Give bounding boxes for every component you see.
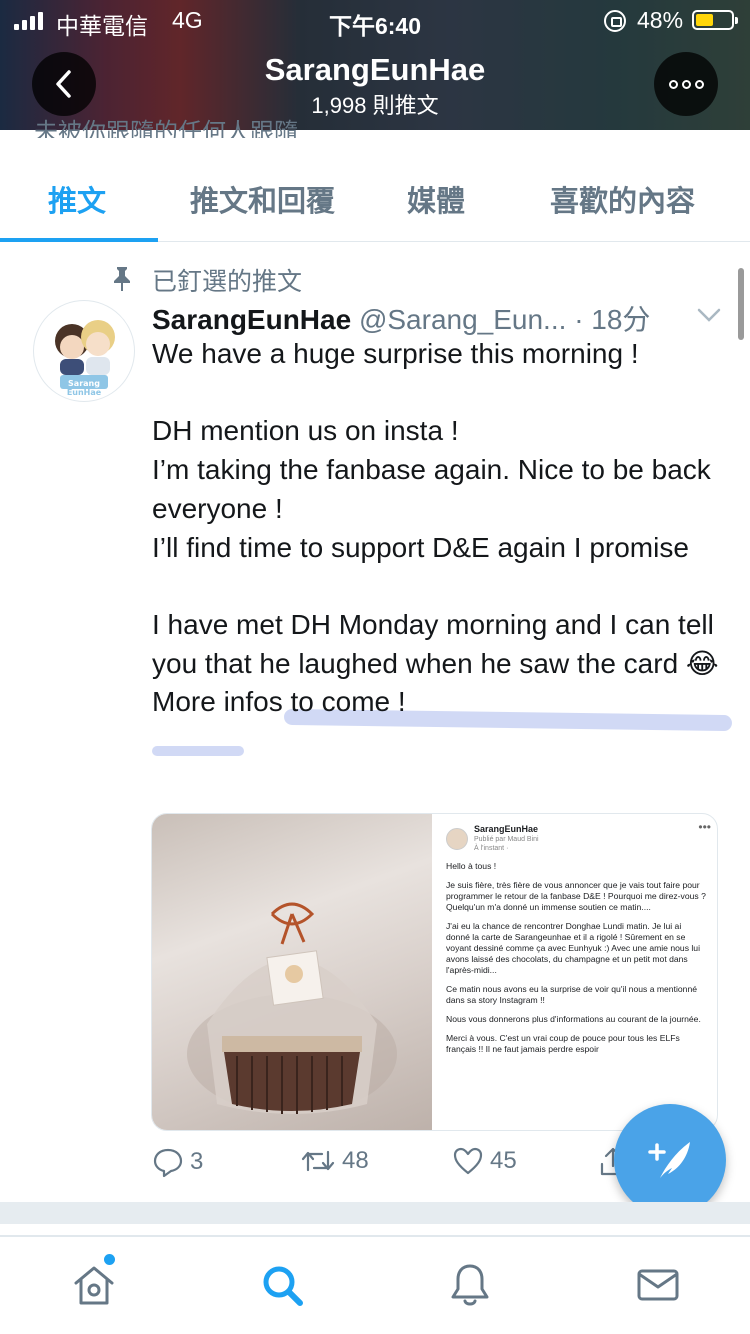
tweet-author-row[interactable]: SarangEunHae @Sarang_Eun... · 18分 bbox=[152, 298, 722, 335]
heart-icon bbox=[453, 1147, 483, 1175]
bottom-nav bbox=[0, 1236, 750, 1334]
retweet-button[interactable]: 48 bbox=[300, 1146, 369, 1176]
tab-tweets[interactable]: 推文 bbox=[48, 178, 106, 220]
compose-tweet-icon bbox=[648, 1142, 690, 1178]
more-button[interactable] bbox=[654, 52, 718, 116]
reply-button[interactable]: 3 bbox=[152, 1146, 203, 1178]
tweet-media[interactable]: ••• SarangEunHae Publié par Maud Bini À … bbox=[151, 813, 718, 1131]
highlight-mark bbox=[152, 746, 244, 756]
orientation-lock-icon bbox=[604, 10, 626, 32]
doc-author: SarangEunHae bbox=[474, 824, 539, 834]
home-new-badge bbox=[104, 1254, 115, 1265]
reply-icon bbox=[153, 1148, 183, 1178]
author-name[interactable]: SarangEunHae bbox=[152, 304, 351, 335]
profile-name: SarangEunHae bbox=[264, 52, 486, 87]
tab-media[interactable]: 媒體 bbox=[407, 178, 465, 220]
gift-basket-illustration bbox=[187, 902, 397, 1114]
next-tweet-edge bbox=[0, 1224, 750, 1236]
retweet-icon bbox=[301, 1150, 335, 1172]
tab-likes[interactable]: 喜歡的內容 bbox=[550, 178, 695, 220]
doc-paragraph: J'ai eu la chance de rencontrer Donghae … bbox=[446, 921, 700, 975]
doc-paragraph: Hello à tous ! bbox=[446, 861, 497, 871]
status-bar: 中華電信 4G 下午6:40 48% bbox=[0, 0, 750, 40]
doc-publisher: Publié par Maud Bini bbox=[474, 836, 539, 843]
doc-time: À l'instant · bbox=[474, 845, 509, 852]
doc-paragraph: Nous vous donnerons plus d'informations … bbox=[446, 1014, 701, 1024]
retweet-count: 48 bbox=[342, 1147, 369, 1174]
facebook-post-screenshot[interactable]: ••• SarangEunHae Publié par Maud Bini À … bbox=[434, 814, 717, 1130]
more-icon bbox=[668, 79, 678, 89]
battery-percent: 48% bbox=[637, 7, 684, 33]
search-icon bbox=[263, 1266, 303, 1306]
nav-notifications[interactable] bbox=[446, 1261, 494, 1314]
author-handle[interactable]: @Sarang_Eun... bbox=[359, 304, 566, 335]
feed-separator bbox=[0, 1202, 750, 1224]
home-icon bbox=[74, 1266, 114, 1305]
chevron-down-icon[interactable] bbox=[696, 306, 722, 324]
bell-icon bbox=[451, 1264, 489, 1306]
avatar-illustration: Sarang EunHae bbox=[55, 320, 115, 397]
like-count: 45 bbox=[490, 1147, 517, 1174]
like-button[interactable]: 45 bbox=[452, 1146, 517, 1176]
doc-header: SarangEunHae Publié par Maud Bini À l'in… bbox=[446, 824, 707, 853]
compose-tweet-button[interactable] bbox=[614, 1104, 726, 1216]
pinned-tweet-label: 已釘選的推文 bbox=[152, 268, 303, 296]
tweet-text: We have a huge surprise this morning ! D… bbox=[152, 338, 719, 718]
tab-tweets-replies[interactable]: 推文和回覆 bbox=[190, 178, 335, 220]
avatar[interactable]: Sarang EunHae bbox=[33, 300, 135, 402]
scrollbar[interactable] bbox=[738, 268, 744, 340]
more-icon: ••• bbox=[698, 820, 711, 834]
doc-paragraph: Je suis fière, très fière de vous annonc… bbox=[446, 880, 706, 912]
gift-basket-photo[interactable] bbox=[152, 814, 432, 1130]
reply-count: 3 bbox=[190, 1148, 204, 1175]
svg-text:EunHae: EunHae bbox=[67, 388, 102, 397]
active-tab-indicator bbox=[0, 238, 158, 242]
mail-icon bbox=[637, 1269, 679, 1301]
battery-icon bbox=[692, 10, 738, 30]
doc-avatar bbox=[446, 827, 468, 850]
tweet-time: · 18分 bbox=[574, 304, 651, 335]
doc-paragraph: Merci à vous. C'est un vrai coup de pouc… bbox=[446, 1033, 680, 1054]
nav-messages[interactable] bbox=[634, 1261, 682, 1314]
nav-home[interactable] bbox=[70, 1261, 118, 1314]
doc-paragraph: Ce matin nous avons eu la surprise de vo… bbox=[446, 984, 698, 1005]
tweet-count: 1,998 則推文 bbox=[311, 93, 439, 118]
pin-icon bbox=[114, 267, 130, 291]
profile-tabs: 推文 推文和回覆 媒體 喜歡的內容 bbox=[0, 150, 750, 242]
nav-search[interactable] bbox=[258, 1261, 306, 1314]
svg-text:Sarang: Sarang bbox=[68, 379, 100, 388]
